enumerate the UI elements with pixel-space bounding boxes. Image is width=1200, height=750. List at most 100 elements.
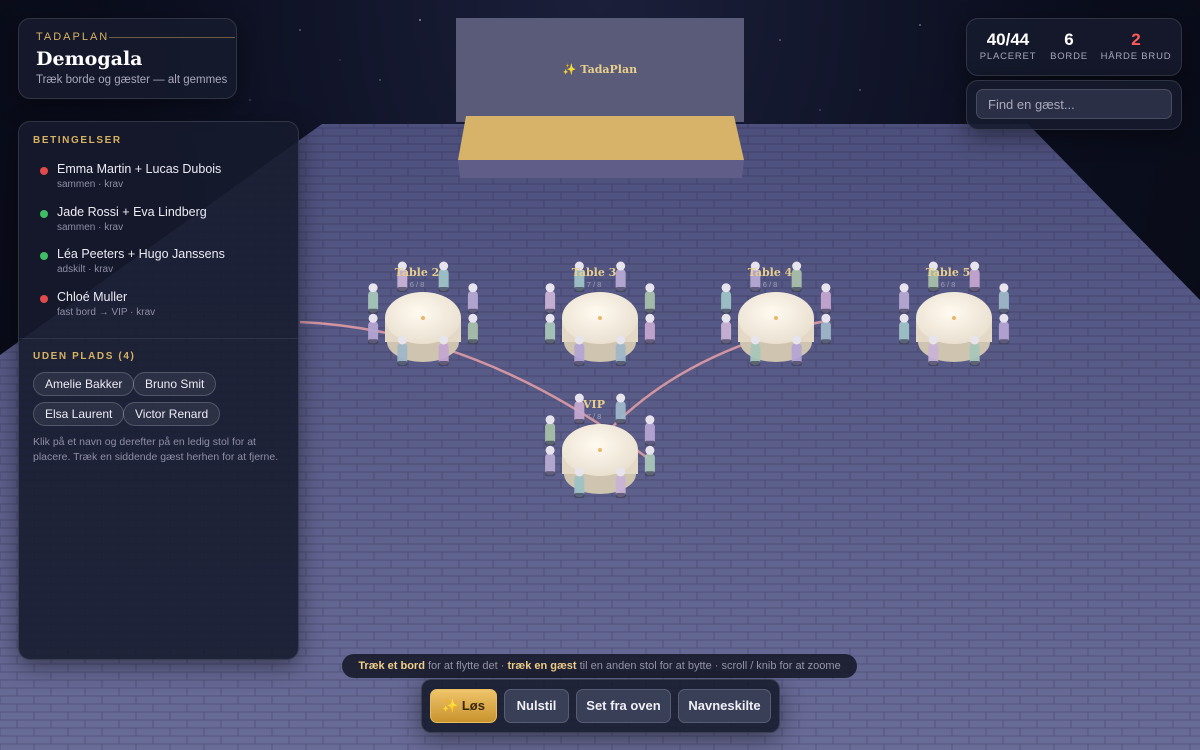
tip-text: for at flytte det · xyxy=(424,660,508,672)
centerpiece xyxy=(598,448,602,452)
guest-figure[interactable] xyxy=(615,467,626,498)
guest-figure[interactable] xyxy=(899,313,910,345)
guest-figure[interactable] xyxy=(791,335,802,366)
guest-figure[interactable] xyxy=(368,313,379,345)
centerpiece xyxy=(952,316,956,320)
table-name: Table 3 xyxy=(572,266,617,279)
guest-figure[interactable] xyxy=(545,313,556,345)
tip-emphasis: træk en gæst xyxy=(507,660,577,672)
brand-divider xyxy=(109,37,235,38)
stat-value: 40/44 xyxy=(986,30,1030,49)
guest-figure[interactable] xyxy=(721,283,732,314)
guest-figure[interactable] xyxy=(998,283,1009,314)
guest-figure[interactable] xyxy=(615,335,626,366)
guest-figure[interactable] xyxy=(644,445,655,477)
constraint-meta: sammen · krav xyxy=(57,179,124,190)
top-view-button[interactable]: Set fra oven xyxy=(576,689,671,723)
guest-figure[interactable] xyxy=(545,283,556,314)
guest-search-input[interactable] xyxy=(976,89,1172,119)
stat-hard-violations: 2 HÅRDE BRUD xyxy=(1097,29,1175,62)
event-subtitle: Træk borde og gæster — alt gemmes xyxy=(36,74,228,86)
interaction-tip: Træk et bord for at flytte det · træk en… xyxy=(342,654,857,678)
table-seat-count: 7 / 8 xyxy=(587,280,602,289)
table-name: VIP xyxy=(582,398,605,411)
stats-panel: 40/44 PLACERET 6 BORDE 2 HÅRDE BRUD xyxy=(966,18,1182,76)
brand-label: TADAPLAN xyxy=(36,31,110,43)
title-card: TADAPLAN Demogala Træk borde og gæster —… xyxy=(18,18,237,99)
stat-value: 2 xyxy=(1131,30,1141,49)
guest-figure[interactable] xyxy=(644,283,655,314)
table-seat-count: 6 / 8 xyxy=(941,280,956,289)
name-cards-button[interactable]: Navneskilte xyxy=(678,689,771,723)
guest-figure[interactable] xyxy=(615,393,626,425)
guest-figure[interactable] xyxy=(438,335,449,366)
guest-figure[interactable] xyxy=(791,261,802,293)
section-divider xyxy=(19,338,298,339)
stat-label: HÅRDE BRUD xyxy=(1100,51,1172,62)
table-name: Table 5 xyxy=(926,266,971,279)
centerpiece xyxy=(774,316,778,320)
guest-figure[interactable] xyxy=(969,261,980,293)
table-name: Table 4 xyxy=(748,266,793,279)
guest-figure[interactable] xyxy=(750,335,761,366)
table-name: Table 2 xyxy=(395,266,440,279)
unseated-heading: UDEN PLADS (4) xyxy=(33,351,136,362)
table-seat-count: 7 / 8 xyxy=(587,412,602,421)
constraint-names: Léa Peeters + Hugo Janssens xyxy=(57,247,225,261)
stat-placed: 40/44 PLACERET xyxy=(977,29,1039,62)
stat-label: BORDE xyxy=(1050,51,1088,62)
guest-figure[interactable] xyxy=(545,415,556,446)
guest-figure[interactable] xyxy=(438,261,449,293)
guest-figure[interactable] xyxy=(644,415,655,446)
constraint-meta: adskilt · krav xyxy=(57,264,114,275)
guest-figure[interactable] xyxy=(574,335,585,366)
constraint-meta: fast bord → VIP · krav xyxy=(57,307,156,318)
violation-dot xyxy=(40,167,48,175)
ok-dot xyxy=(40,210,48,218)
unseated-hint: Klik på et navn og derefter på en ledig … xyxy=(33,436,279,463)
event-title: Demogala xyxy=(36,48,143,70)
constraint-names: Emma Martin + Lucas Dubois xyxy=(57,162,222,176)
tip-text: til en anden stol for at bytte · scroll … xyxy=(576,660,841,672)
centerpiece xyxy=(421,316,425,320)
table-seat-count: 6 / 8 xyxy=(410,280,425,289)
reset-button[interactable]: Nulstil xyxy=(504,689,569,723)
guest-figure[interactable] xyxy=(397,335,408,366)
guest-chip-elsa-laurent[interactable]: Elsa Laurent xyxy=(33,402,125,426)
stage-banner: ✨ TadaPlan xyxy=(563,63,637,76)
guest-chip-bruno-smit[interactable]: Bruno Smit xyxy=(133,372,217,396)
stat-label: PLACERET xyxy=(979,51,1037,62)
guest-figure[interactable] xyxy=(644,313,655,345)
guest-figure[interactable] xyxy=(368,283,379,314)
tip-emphasis: Træk et bord xyxy=(358,660,425,672)
bottom-toolbar: ✨ Løs Nulstil Set fra oven Navneskilte xyxy=(421,679,780,733)
solve-button[interactable]: ✨ Løs xyxy=(430,689,497,723)
guest-figure[interactable] xyxy=(545,445,556,477)
guest-figure[interactable] xyxy=(467,283,478,314)
centerpiece xyxy=(598,316,602,320)
constraint-names: Chloé Muller xyxy=(57,290,128,304)
guest-figure[interactable] xyxy=(467,313,478,345)
guest-figure[interactable] xyxy=(721,313,732,345)
constraints-heading: BETINGELSER xyxy=(33,135,122,146)
guest-figure[interactable] xyxy=(820,283,831,314)
stat-value: 6 xyxy=(1064,30,1074,49)
guest-figure[interactable] xyxy=(969,335,980,366)
guest-figure[interactable] xyxy=(574,467,585,498)
constraint-meta: sammen · krav xyxy=(57,222,124,233)
guest-figure[interactable] xyxy=(820,313,831,345)
stat-tables: 6 BORDE xyxy=(1045,29,1093,62)
table-seat-count: 6 / 8 xyxy=(763,280,778,289)
constraint-names: Jade Rossi + Eva Lindberg xyxy=(57,205,207,219)
ok-dot xyxy=(40,252,48,260)
side-panel: BETINGELSER Emma Martin + Lucas Dubois s… xyxy=(18,121,299,660)
violation-dot xyxy=(40,295,48,303)
guest-figure[interactable] xyxy=(899,283,910,314)
guest-figure[interactable] xyxy=(998,313,1009,345)
guest-chip-victor-renard[interactable]: Victor Renard xyxy=(123,402,221,426)
stage: ✨ TadaPlan xyxy=(456,18,744,178)
search-panel xyxy=(966,80,1182,130)
guest-figure[interactable] xyxy=(615,261,626,293)
guest-chip-amelie-bakker[interactable]: Amelie Bakker xyxy=(33,372,135,396)
guest-figure[interactable] xyxy=(928,335,939,366)
